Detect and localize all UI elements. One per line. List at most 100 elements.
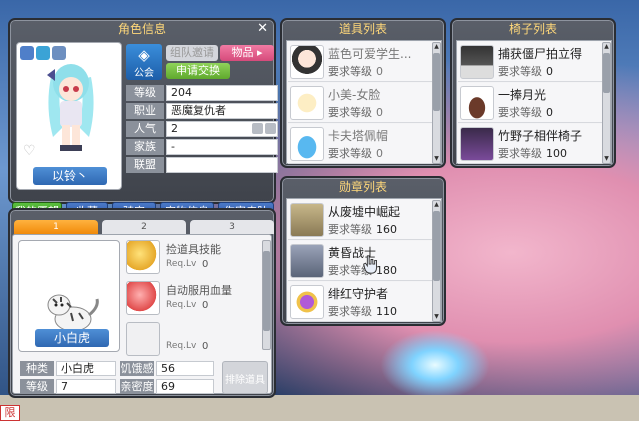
fame-down-icon[interactable] bbox=[265, 123, 276, 134]
req-value: 0 bbox=[546, 106, 553, 119]
scroll-thumb[interactable] bbox=[433, 53, 440, 111]
req-label: 要求等级 bbox=[498, 65, 542, 78]
stat-level: 等级 204 bbox=[126, 85, 278, 101]
stat-label: 人气 bbox=[126, 121, 164, 137]
pet-tab-2[interactable]: 2 bbox=[102, 220, 186, 234]
stat-label: 家族 bbox=[126, 139, 164, 155]
equip-icon[interactable] bbox=[20, 46, 34, 60]
guild-button[interactable]: ◈ 公会 bbox=[126, 44, 162, 80]
medal-name: 绯红守护者 bbox=[328, 287, 389, 301]
req-value: 160 bbox=[376, 223, 397, 236]
pet-sprite bbox=[47, 294, 99, 332]
chair-list-window: 椅子列表 捕获僵尸拍立得 要求等级 0 一捧月光 要求等级 0 竹野子相伴椅子 要求… bbox=[450, 18, 616, 168]
req-label: 要求等级 bbox=[328, 305, 372, 318]
medal-name: 从废墟中崛起 bbox=[328, 205, 401, 219]
item-window-title: 道具列表 bbox=[338, 22, 387, 36]
scroll-down-icon[interactable]: ▼ bbox=[433, 313, 440, 321]
skill-name: 捡道具技能 bbox=[166, 243, 221, 256]
character-info-window: 角色信息 ✕ ♡ 以铃丶 ◈ 公会 组队邀请 物品 ▸ 申请交换 等级 204 … bbox=[8, 18, 278, 220]
stat-label: 职业 bbox=[126, 103, 164, 119]
pet-scrollbar[interactable] bbox=[262, 240, 271, 350]
list-item[interactable]: 蓝色可爱学生... 要求等级 0 bbox=[288, 42, 434, 82]
items-button[interactable]: 物品 ▸ bbox=[220, 45, 274, 61]
medal-req: 要求等级 110 bbox=[328, 303, 397, 319]
stat-label: 亲密度 bbox=[120, 379, 154, 394]
party-invite-button[interactable]: 组队邀请 bbox=[166, 45, 218, 61]
item-scrollbar[interactable]: ▲ ▼ bbox=[432, 42, 441, 164]
face-icon bbox=[290, 86, 324, 120]
scroll-up-icon[interactable]: ▲ bbox=[433, 43, 440, 51]
list-item[interactable]: 从废墟中崛起 要求等级 160 bbox=[288, 200, 434, 240]
character-window-title: 角色信息 bbox=[117, 22, 166, 36]
pet-skill-pickup: 捡道具技能 Req.Lv 0 bbox=[126, 240, 260, 278]
stat-label: 联盟 bbox=[126, 157, 164, 173]
stat-value: 恶魔复仇者 bbox=[166, 103, 278, 119]
chair-req: 要求等级 0 bbox=[498, 104, 553, 120]
pet-skill-empty: Req.Lv 0 bbox=[126, 322, 260, 360]
twilight-medal-icon bbox=[290, 244, 324, 278]
fame-up-icon[interactable] bbox=[252, 123, 263, 134]
item-name: 小美-女脸 bbox=[328, 88, 381, 102]
stat-label: 饥饿感 bbox=[120, 361, 154, 376]
list-item[interactable]: 小美-女脸 要求等级 0 bbox=[288, 83, 434, 123]
stat-value bbox=[166, 157, 278, 173]
auto-hp-skill-icon[interactable] bbox=[126, 281, 160, 315]
req-value: 0 bbox=[376, 147, 383, 160]
hand-cursor-icon bbox=[363, 255, 377, 274]
pet-stat-closeness: 亲密度 69 bbox=[120, 379, 216, 394]
req-label: 要求等级 bbox=[498, 147, 542, 160]
stat-fame: 人气 2 bbox=[126, 121, 278, 137]
character-name-plate: 以铃丶 bbox=[33, 167, 107, 185]
scroll-thumb[interactable] bbox=[263, 251, 270, 331]
pet-tab-1[interactable]: 1 bbox=[14, 220, 98, 234]
guild-label: 公会 bbox=[134, 68, 154, 79]
list-item[interactable]: 竹野子相伴椅子 要求等级 100 bbox=[458, 124, 604, 164]
list-item[interactable]: 卡夫塔佩帽 要求等级 0 bbox=[288, 124, 434, 164]
scroll-up-icon[interactable]: ▲ bbox=[603, 43, 610, 51]
items-label: 物品 bbox=[231, 46, 254, 59]
scroll-thumb[interactable] bbox=[603, 53, 610, 93]
pet-name-plate: 小白虎 bbox=[35, 329, 109, 347]
medal-scrollbar[interactable]: ▲ ▼ bbox=[432, 200, 441, 322]
stat-value: 小白虎 bbox=[56, 361, 116, 376]
pet-avatar-box: 小白虎 bbox=[18, 240, 120, 352]
chair-scrollbar[interactable]: ▲ ▼ bbox=[602, 42, 611, 164]
chair-name: 捕获僵尸拍立得 bbox=[498, 47, 583, 61]
stat-job: 职业 恶魔复仇者 bbox=[126, 103, 278, 119]
list-item[interactable]: 捕获僵尸拍立得 要求等级 0 bbox=[458, 42, 604, 82]
skill-name: 自动服用血量 bbox=[166, 284, 232, 297]
list-item[interactable]: 一捧月光 要求等级 0 bbox=[458, 83, 604, 123]
pickup-skill-icon[interactable] bbox=[126, 240, 160, 274]
pet-info-window: 1 2 3 小白虎 捡道具技能 Req.Lv 0 自动服用血量 Req.Lv 0… bbox=[8, 208, 276, 398]
character-avatar-box: ♡ 以铃丶 bbox=[16, 42, 122, 190]
stat-value: - bbox=[166, 139, 278, 155]
pet-stat-species: 种类 小白虎 bbox=[20, 361, 116, 376]
stat-value: 56 bbox=[156, 361, 214, 376]
scroll-down-icon[interactable]: ▼ bbox=[433, 155, 440, 163]
req-label: 要求等级 bbox=[328, 65, 372, 78]
req-label: 要求等级 bbox=[328, 106, 372, 119]
bottom-red-label: 限 bbox=[0, 405, 20, 421]
scroll-down-icon[interactable]: ▼ bbox=[603, 155, 610, 163]
request-trade-button[interactable]: 申请交换 bbox=[166, 63, 230, 79]
list-item[interactable]: 绯红守护者 要求等级 110 bbox=[288, 282, 434, 322]
camera-chair-icon bbox=[460, 45, 494, 79]
pet-tab-3[interactable]: 3 bbox=[190, 220, 274, 234]
close-icon[interactable]: ✕ bbox=[257, 21, 268, 37]
medal-window-title: 勋章列表 bbox=[338, 180, 387, 194]
req-label: Req.Lv bbox=[166, 341, 197, 351]
req-value: 110 bbox=[376, 305, 397, 318]
pet-tab-label: 1 bbox=[53, 222, 59, 232]
bamboo-chair-icon bbox=[460, 127, 494, 161]
empty-skill-slot bbox=[126, 322, 160, 356]
req-label: Req.Lv bbox=[166, 259, 197, 269]
scroll-up-icon[interactable]: ▲ bbox=[433, 201, 440, 209]
item-list-window: 道具列表 蓝色可爱学生... 要求等级 0 小美-女脸 要求等级 0 卡夫塔佩帽 要… bbox=[280, 18, 446, 168]
stat-label: 等级 bbox=[20, 379, 54, 394]
req-label: Req.Lv bbox=[166, 300, 197, 310]
pet-stat-hunger: 饥饿感 56 bbox=[120, 361, 216, 376]
scroll-thumb[interactable] bbox=[433, 211, 440, 281]
exclude-items-button[interactable]: 排除道具 bbox=[222, 361, 268, 394]
pet-skill-auto-hp: 自动服用血量 Req.Lv 0 bbox=[126, 281, 260, 319]
crimson-medal-icon bbox=[290, 285, 324, 319]
